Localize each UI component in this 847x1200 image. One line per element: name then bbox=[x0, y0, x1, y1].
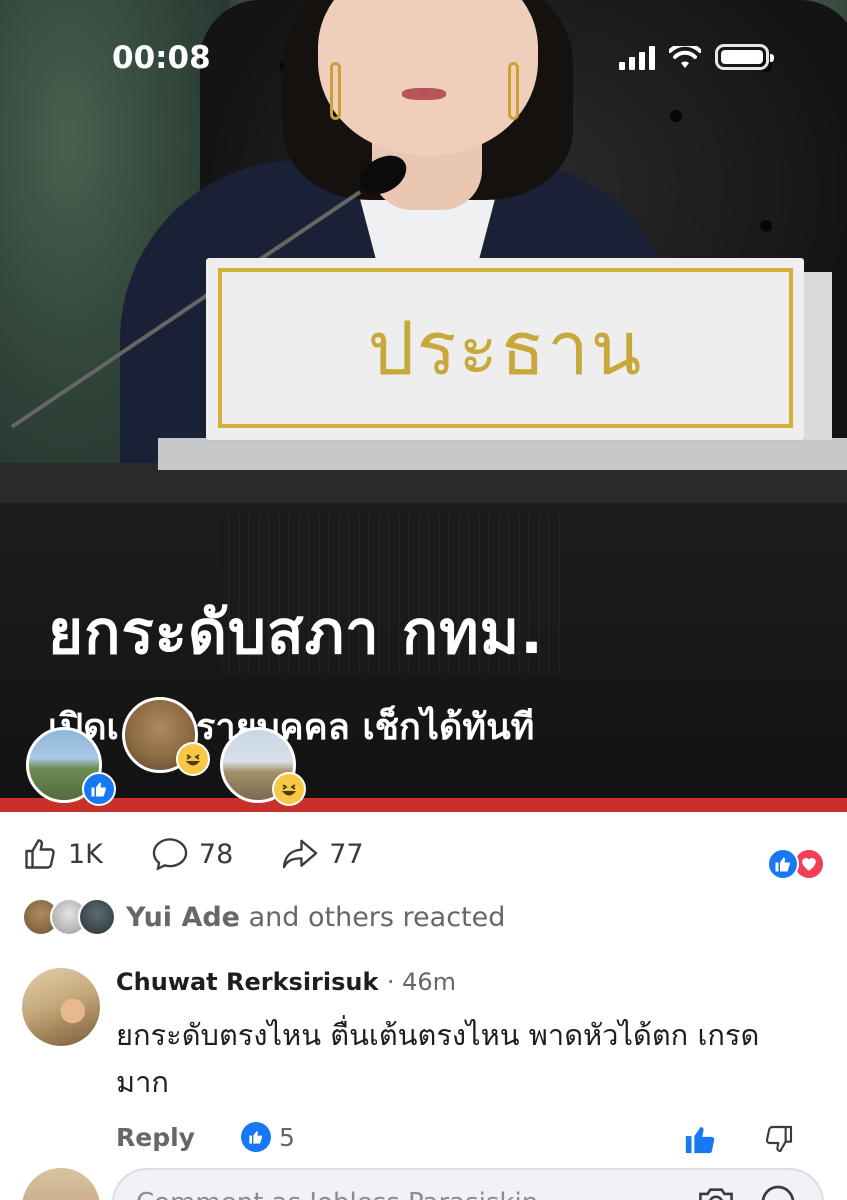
comment-text: ยกระดับตรงไหน ตื่นเต้นตรงไหน พาดหัวได้ตก… bbox=[116, 1018, 760, 1099]
cellular-signal-icon bbox=[619, 46, 655, 70]
comment-actions: Reply 5 bbox=[116, 1122, 295, 1152]
composer-icons bbox=[696, 1184, 798, 1200]
share-arrow-icon bbox=[283, 839, 318, 869]
commenter-avatar[interactable] bbox=[22, 968, 100, 1046]
plaque-side bbox=[800, 272, 832, 440]
camera-icon[interactable] bbox=[696, 1184, 736, 1200]
status-icons bbox=[619, 44, 774, 70]
post-image[interactable]: ประธาน ยกระดับสภา กทม. เปิดเ งมติรายบุคค… bbox=[0, 0, 847, 812]
reacted-suffix: and others reacted bbox=[248, 901, 506, 933]
plaque-base bbox=[158, 438, 847, 470]
person-mouth bbox=[402, 88, 446, 100]
comment-like-number: 5 bbox=[278, 1122, 295, 1152]
like-reaction-icon bbox=[82, 772, 116, 806]
like-icon bbox=[240, 1122, 271, 1152]
emoji-icon[interactable] bbox=[758, 1184, 798, 1200]
banner-red-bar bbox=[0, 798, 847, 812]
like-icon bbox=[767, 848, 799, 880]
reacted-summary[interactable]: Yui Ade and others reacted bbox=[22, 898, 505, 936]
commenter-name[interactable]: Chuwat Rerksirisuk bbox=[116, 968, 378, 996]
comment-time: · 46m bbox=[386, 968, 456, 996]
like-button[interactable]: 1K bbox=[22, 836, 103, 872]
plaque-text: ประธาน bbox=[367, 306, 644, 392]
reacted-name[interactable]: Yui Ade bbox=[126, 902, 240, 933]
earring-left bbox=[330, 62, 341, 120]
comment-input-placeholder: Comment as Jobless Parasiskin bbox=[136, 1188, 538, 1200]
share-button[interactable]: 77 bbox=[281, 836, 364, 872]
comment-input[interactable]: Comment as Jobless Parasiskin bbox=[112, 1168, 824, 1200]
wifi-icon bbox=[669, 46, 701, 68]
reply-button[interactable]: Reply bbox=[116, 1123, 195, 1152]
status-time: 00:08 bbox=[112, 40, 211, 76]
comment-vote-controls bbox=[683, 1122, 795, 1156]
earring-right bbox=[508, 62, 519, 120]
thumbs-up-filled-icon[interactable] bbox=[683, 1122, 717, 1156]
thumbs-down-icon[interactable] bbox=[763, 1123, 795, 1155]
comment-button[interactable]: 78 bbox=[151, 836, 233, 872]
share-count: 77 bbox=[329, 838, 364, 870]
comment-count: 78 bbox=[198, 838, 234, 870]
reaction-summary-icons[interactable] bbox=[767, 848, 825, 880]
haha-reaction-icon bbox=[176, 742, 210, 776]
post-action-row: 1K 78 77 bbox=[22, 836, 412, 872]
battery-icon bbox=[715, 44, 774, 70]
comment-bubble-icon bbox=[152, 838, 188, 871]
reacted-avatar bbox=[78, 898, 116, 936]
thumbs-up-icon bbox=[25, 839, 55, 869]
like-count: 1K bbox=[68, 838, 103, 870]
haha-reaction-icon bbox=[272, 772, 306, 806]
my-avatar[interactable] bbox=[22, 1168, 100, 1200]
post-headline: ยกระดับสภา กทม. bbox=[48, 598, 544, 668]
comment-like-count[interactable]: 5 bbox=[240, 1122, 295, 1152]
